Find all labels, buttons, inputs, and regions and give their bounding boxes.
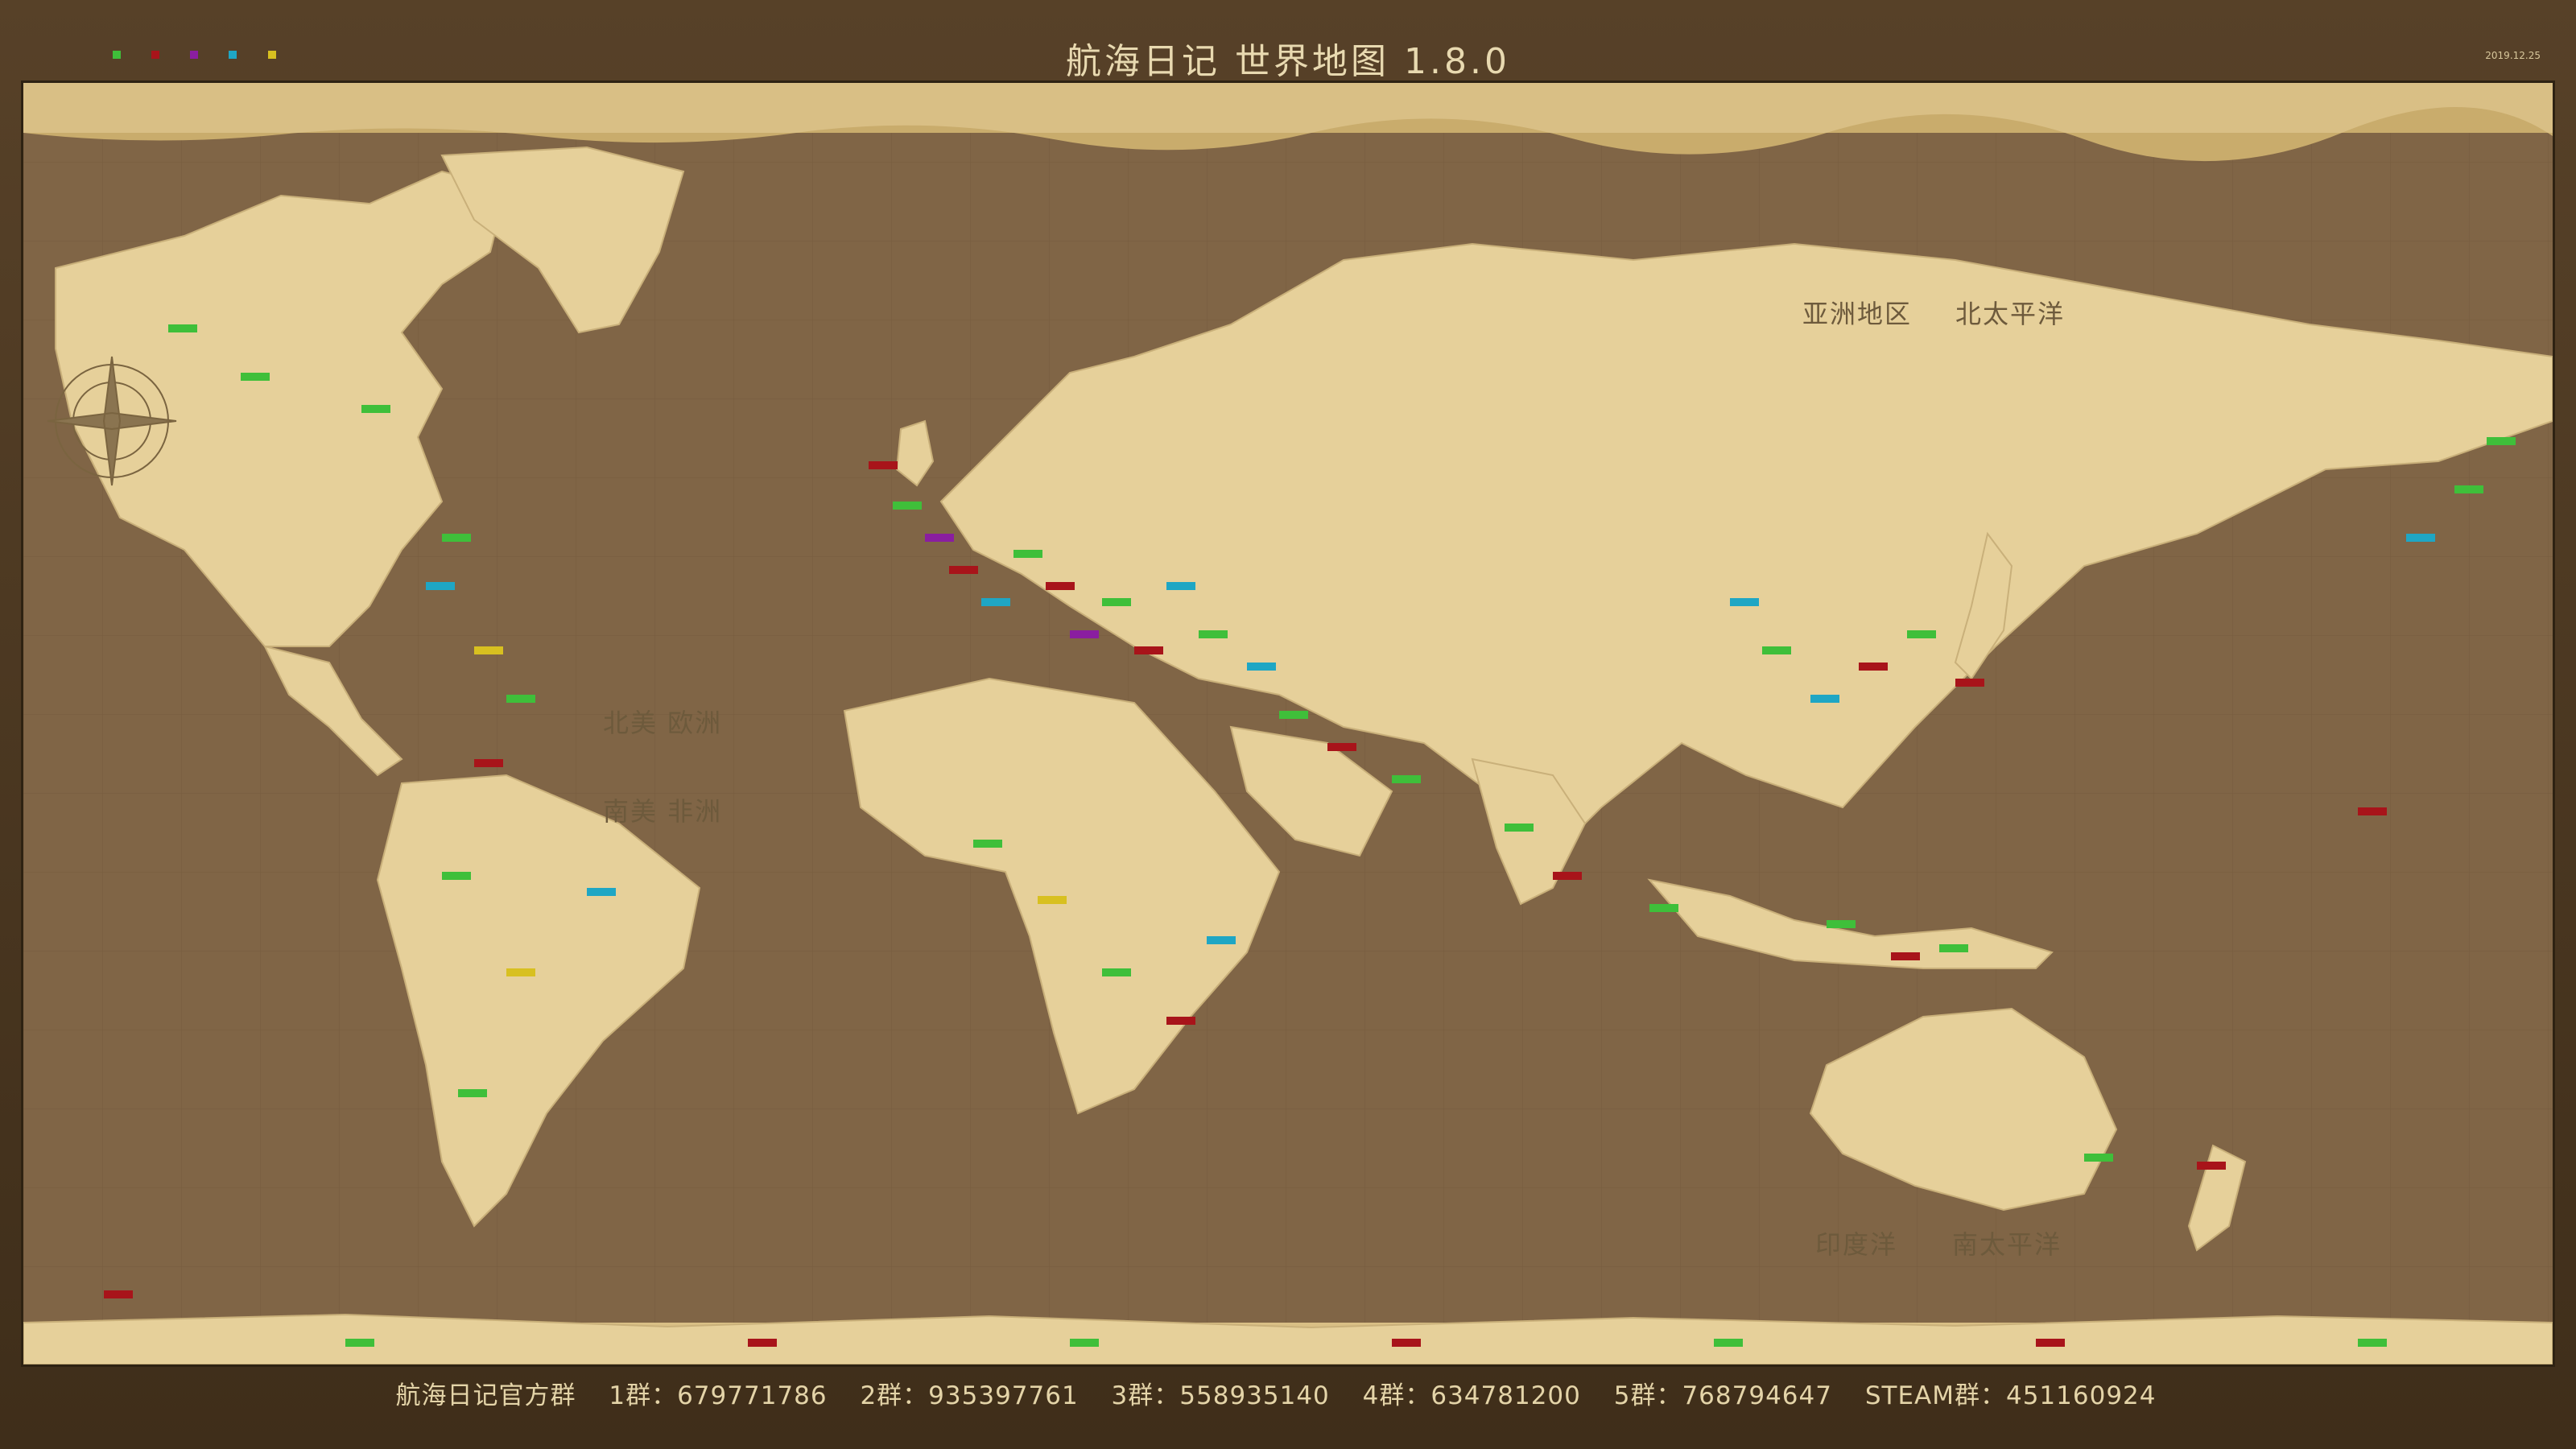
- port-marker[interactable]: [361, 405, 390, 413]
- port-marker[interactable]: [2406, 534, 2435, 542]
- region-label-south-pacific: 南太平洋: [1952, 1229, 2062, 1260]
- port-marker[interactable]: [241, 373, 270, 381]
- region-label-north-america-europe: 北美 欧洲: [603, 708, 723, 738]
- footer-group2: 2群：935397761: [860, 1381, 1079, 1410]
- port-marker[interactable]: [973, 840, 1002, 848]
- port-marker[interactable]: [345, 1339, 374, 1347]
- port-marker[interactable]: [1207, 936, 1236, 944]
- port-marker[interactable]: [1279, 711, 1308, 719]
- port-marker[interactable]: [1134, 646, 1163, 654]
- port-marker[interactable]: [1762, 646, 1791, 654]
- port-marker[interactable]: [748, 1339, 777, 1347]
- port-marker[interactable]: [1553, 872, 1582, 880]
- port-marker[interactable]: [474, 759, 503, 767]
- port-marker[interactable]: [2358, 807, 2387, 815]
- region-label-north-pacific: 北太平洋: [1955, 299, 2066, 329]
- legend-marker-cyan: [229, 51, 237, 59]
- map-date: 2019.12.25: [2485, 50, 2541, 61]
- footer-group3: 3群：558935140: [1111, 1381, 1330, 1410]
- port-marker[interactable]: [1891, 952, 1920, 960]
- port-marker[interactable]: [1013, 550, 1042, 558]
- port-marker[interactable]: [893, 502, 922, 510]
- port-marker[interactable]: [1038, 896, 1067, 904]
- port-marker[interactable]: [1166, 1017, 1195, 1025]
- port-marker[interactable]: [506, 695, 535, 703]
- port-marker[interactable]: [442, 534, 471, 542]
- port-marker[interactable]: [506, 968, 535, 976]
- legend-marker-red: [151, 51, 160, 59]
- port-marker[interactable]: [1070, 630, 1099, 638]
- port-marker[interactable]: [1827, 920, 1856, 928]
- port-marker[interactable]: [869, 461, 898, 469]
- parchment-border-top: [23, 83, 2553, 133]
- port-marker[interactable]: [2084, 1154, 2113, 1162]
- port-marker[interactable]: [2487, 437, 2516, 445]
- region-label-asia: 亚洲地区: [1802, 299, 1913, 329]
- port-marker[interactable]: [104, 1290, 133, 1298]
- region-label-indian-ocean: 印度洋: [1815, 1229, 1898, 1260]
- port-marker[interactable]: [458, 1089, 487, 1097]
- port-marker[interactable]: [587, 888, 616, 896]
- world-map[interactable]: 北美 欧洲 南美 非洲 亚洲地区 北太平洋 印度洋 南太平洋: [21, 80, 2555, 1367]
- port-marker[interactable]: [1046, 582, 1075, 590]
- port-marker[interactable]: [2036, 1339, 2065, 1347]
- world-map-canvas: [23, 83, 2553, 1364]
- port-marker[interactable]: [1392, 1339, 1421, 1347]
- port-marker[interactable]: [1714, 1339, 1743, 1347]
- port-marker[interactable]: [2197, 1162, 2226, 1170]
- footer-group1: 1群：679771786: [609, 1381, 828, 1410]
- map-legend: [113, 50, 276, 62]
- port-marker[interactable]: [442, 872, 471, 880]
- port-marker[interactable]: [1166, 582, 1195, 590]
- legend-marker-yellow: [267, 51, 276, 59]
- footer-contact: 航海日记官方群 1群：679771786 2群：935397761 3群：558…: [0, 1375, 2576, 1411]
- port-marker[interactable]: [1859, 663, 1888, 671]
- footer-steam: STEAM群：451160924: [1864, 1381, 2157, 1410]
- port-marker[interactable]: [1327, 743, 1356, 751]
- port-marker[interactable]: [1102, 968, 1131, 976]
- port-marker[interactable]: [1810, 695, 1839, 703]
- map-title: 航海日记 世界地图 1.8.0: [1066, 41, 1510, 82]
- port-marker[interactable]: [1505, 824, 1534, 832]
- port-marker[interactable]: [1247, 663, 1276, 671]
- port-marker[interactable]: [1392, 775, 1421, 783]
- port-marker[interactable]: [981, 598, 1010, 606]
- port-marker[interactable]: [474, 646, 503, 654]
- port-marker[interactable]: [1955, 679, 1984, 687]
- port-marker[interactable]: [1730, 598, 1759, 606]
- region-label-south-america-africa: 南美 非洲: [603, 796, 723, 827]
- port-marker[interactable]: [1102, 598, 1131, 606]
- legend-marker-purple: [190, 51, 199, 59]
- legend-marker-green: [113, 51, 121, 59]
- footer-official: 航海日记官方群: [395, 1381, 576, 1410]
- port-marker[interactable]: [2358, 1339, 2387, 1347]
- port-marker[interactable]: [1649, 904, 1678, 912]
- port-marker[interactable]: [426, 582, 455, 590]
- port-marker[interactable]: [949, 566, 978, 574]
- port-marker[interactable]: [925, 534, 954, 542]
- port-marker[interactable]: [168, 324, 197, 332]
- port-marker[interactable]: [1939, 944, 1968, 952]
- port-marker[interactable]: [1070, 1339, 1099, 1347]
- port-marker[interactable]: [1199, 630, 1228, 638]
- port-marker[interactable]: [1907, 630, 1936, 638]
- footer-group5: 5群：768794647: [1613, 1381, 1832, 1410]
- port-marker[interactable]: [2454, 485, 2483, 493]
- footer-group4: 4群：634781200: [1362, 1381, 1581, 1410]
